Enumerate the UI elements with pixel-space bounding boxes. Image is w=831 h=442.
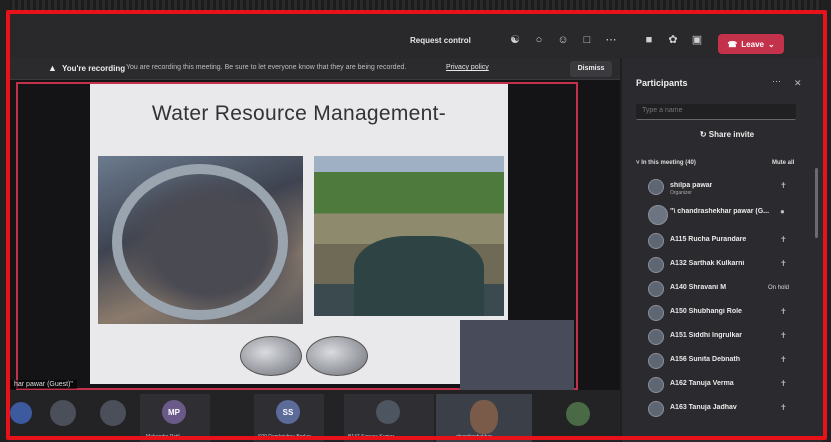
participant-name: Mahendra Patil (146, 434, 180, 440)
participants-panel: Participants ⋯ ✕ ↻ Share invite ˅ In thi… (622, 58, 823, 442)
teams-meeting-window: Request control ☯ ○ ☺ □ ⋯ ■ ✿ ▣ ☎ Leave … (10, 14, 823, 442)
chevron-down-icon: ⌄ (767, 39, 775, 49)
warning-icon: ▲ (48, 63, 57, 73)
participant-name: chandrashekhar (456, 434, 492, 440)
participant-row[interactable]: A162 Tanuja Verma ✝ (636, 376, 814, 398)
more-options-icon[interactable]: ⋯ (772, 76, 781, 87)
participant-name: A163 Tanuja Jadhav (670, 404, 737, 411)
avatar (648, 233, 664, 249)
more-actions-icon[interactable]: ⋯ (604, 33, 618, 47)
avatar (648, 329, 664, 345)
presenter-name-label: har pawar (Guest)" (10, 380, 77, 389)
participant-video-strip: MP Mahendra Patil SS S09 Ramkrishna Bork… (10, 390, 620, 442)
request-control-button[interactable]: Request control (410, 36, 471, 45)
status-badge: On hold (768, 285, 790, 291)
in-meeting-section-label[interactable]: ˅ In this meeting (40) (636, 160, 696, 166)
mic-muted-icon[interactable]: ✿ (666, 33, 680, 47)
privacy-policy-link[interactable]: Privacy policy (446, 64, 489, 71)
mic-muted-icon: ✝ (780, 379, 787, 388)
dismiss-button[interactable]: Dismiss (570, 61, 612, 77)
mic-muted-icon: ✝ (780, 259, 787, 268)
participant-name: A115 Rucha Purandare (670, 236, 747, 243)
participant-row[interactable]: "\ chandrashekhar pawar (G... ● (636, 204, 814, 226)
chevron-down-icon: ˅ (636, 160, 640, 166)
monitor-bezel-top (0, 0, 831, 14)
mic-muted-icon: ✝ (780, 355, 787, 364)
avatar (648, 377, 664, 393)
close-icon[interactable]: ✕ (794, 78, 802, 89)
participant-avatar[interactable] (566, 402, 590, 426)
mic-muted-icon: ✝ (780, 331, 787, 340)
mic-muted-icon: ✝ (780, 403, 787, 412)
participant-initials: SS (276, 400, 300, 424)
avatar (648, 281, 664, 297)
avatar (648, 305, 664, 321)
participant-name: A132 Sarthak Kulkarni (670, 260, 745, 267)
participants-scrollbar[interactable] (815, 168, 818, 238)
mic-icon: ● (780, 207, 785, 216)
mic-muted-icon: ✝ (780, 307, 787, 316)
participant-avatar[interactable] (50, 400, 76, 426)
participant-name: A162 Tanuja Verma (670, 380, 734, 387)
participant-tile[interactable]: B147 Sanvee Kumar (344, 394, 434, 442)
participant-row[interactable]: A115 Rucha Purandare ✝ (636, 232, 814, 254)
participant-name: B147 Sanvee Kumar (348, 434, 395, 440)
participant-avatar[interactable] (100, 400, 126, 426)
leave-label: Leave (741, 39, 764, 49)
participant-tile[interactable]: MP Mahendra Patil (140, 394, 210, 442)
section-label-text: In this meeting (40) (641, 160, 696, 166)
share-icon: ↻ (699, 130, 707, 139)
chat-icon[interactable]: ○ (532, 33, 546, 47)
participant-row[interactable]: A140 Shravani M On hold (636, 280, 814, 302)
video-overlay-tile (460, 320, 574, 390)
avatar (648, 401, 664, 417)
participant-row[interactable]: A156 Sunita Debnath ✝ (636, 352, 814, 374)
participant-row[interactable]: A150 Shubhangi Role ✝ (636, 304, 814, 326)
participant-video-face (470, 400, 498, 434)
participant-row[interactable]: shilpa pawar Organizer ✝ (636, 178, 814, 200)
avatar (648, 179, 664, 195)
avatar (648, 205, 668, 225)
participant-row[interactable]: A163 Tanuja Jadhav ✝ (636, 400, 814, 422)
participant-role: Organizer (670, 190, 692, 196)
shared-content-stage: Water Resource Management- har pawar (Gu… (10, 80, 620, 390)
photo-frame: Request control ☯ ○ ☺ □ ⋯ ■ ✿ ▣ ☎ Leave … (0, 0, 831, 442)
participant-initials: MP (162, 400, 186, 424)
share-screen-icon[interactable]: ▣ (690, 33, 704, 47)
share-invite-button[interactable]: ↻ Share invite (672, 128, 782, 142)
participant-name: A151 Siddhi Ingrulkar (670, 332, 742, 339)
rooms-icon[interactable]: □ (580, 33, 594, 47)
participant-name: A150 Shubhangi Role (670, 308, 742, 315)
recording-title: You're recording (62, 64, 126, 73)
mic-muted-icon: ✝ (780, 181, 787, 190)
meeting-control-bar: Request control ☯ ○ ☺ □ ⋯ ■ ✿ ▣ ☎ Leave … (10, 14, 823, 58)
leave-button[interactable]: ☎ Leave ⌄ (718, 34, 784, 54)
recording-banner: ▲ You're recording You are recording thi… (10, 58, 620, 80)
participant-name: S09 Ramkrishna Borkar (258, 434, 312, 440)
phone-hangup-icon: ☎ (727, 39, 738, 49)
avatar (648, 257, 664, 273)
mute-all-button[interactable]: Mute all (772, 160, 794, 166)
participant-name: A156 Sunita Debnath (670, 356, 741, 363)
share-invite-label: Share invite (708, 130, 755, 139)
participant-video-tile[interactable]: chandrashekhar (436, 394, 532, 442)
participant-row[interactable]: A132 Sarthak Kulkarni ✝ (636, 256, 814, 278)
recording-message: You are recording this meeting. Be sure … (126, 64, 407, 71)
participant-name: shilpa pawar (670, 182, 713, 189)
reactions-icon[interactable]: ☺ (556, 33, 570, 47)
panel-title: Participants (636, 78, 688, 88)
monitor-bezel-left (0, 0, 10, 442)
participant-row[interactable]: A151 Siddhi Ingrulkar ✝ (636, 328, 814, 350)
participant-name: A140 Shravani M (670, 284, 727, 291)
participants-icon[interactable]: ☯ (508, 33, 522, 47)
participant-avatar (376, 400, 400, 424)
avatar (648, 353, 664, 369)
participant-search-box[interactable] (636, 104, 796, 120)
participant-tile[interactable]: SS S09 Ramkrishna Borkar (254, 394, 324, 442)
participant-avatar[interactable] (10, 402, 32, 424)
mic-muted-icon: ✝ (780, 235, 787, 244)
camera-icon[interactable]: ■ (642, 33, 656, 47)
participant-search-input[interactable] (642, 107, 792, 114)
participant-name: "\ chandrashekhar pawar (G... (670, 208, 770, 215)
